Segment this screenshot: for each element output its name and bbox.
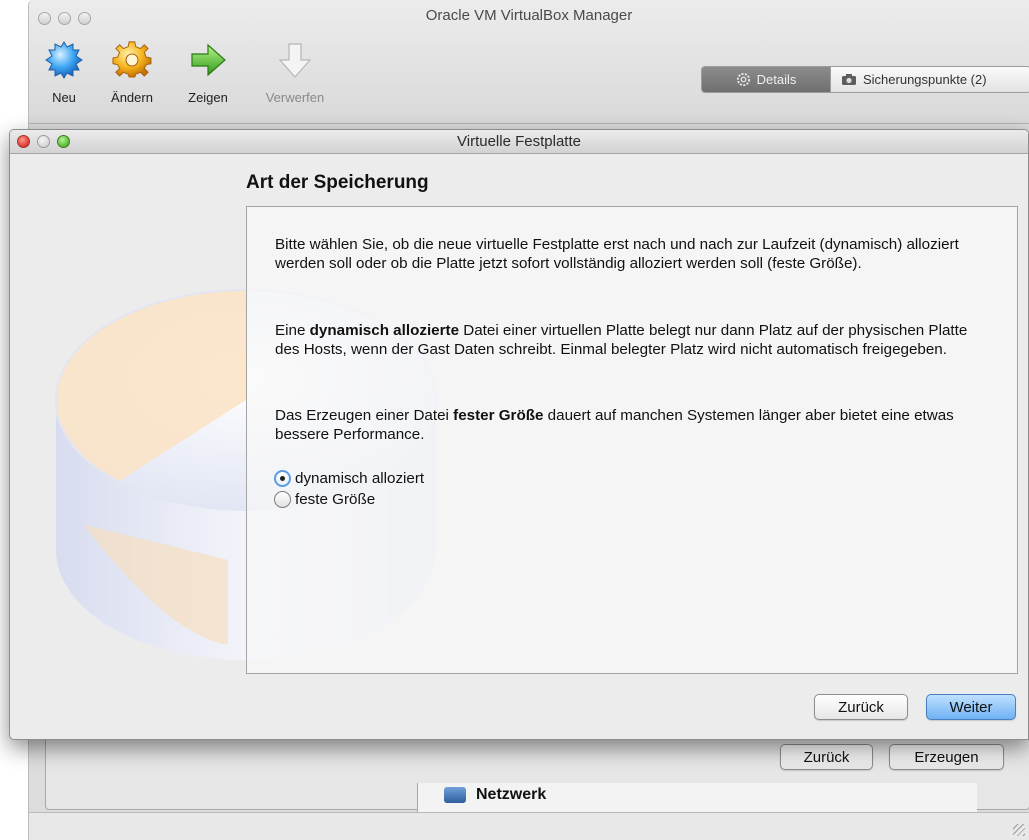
radio-fixed[interactable]: feste Größe xyxy=(274,491,375,508)
network-icon xyxy=(444,787,466,803)
toolbar-settings-button[interactable]: Ändern xyxy=(103,40,161,105)
fixed-explanation-paragraph: Das Erzeugen einer Datei fester Größe da… xyxy=(275,407,954,443)
toolbar-new-label: Neu xyxy=(52,90,76,105)
show-arrow-icon xyxy=(191,43,226,77)
snapshots-segment-label: Sicherungspunkte (2) xyxy=(863,72,987,87)
toolbar-new-button[interactable]: Neu xyxy=(39,40,89,105)
details-segment[interactable]: Details xyxy=(702,67,830,92)
settings-gear-icon xyxy=(112,41,152,78)
toolbar-show-label: Zeigen xyxy=(188,90,228,105)
dynamic-explanation-paragraph: Eine dynamisch allozierte Datei einer vi… xyxy=(275,322,968,358)
toolbar-discard-button: Verwerfen xyxy=(257,40,333,105)
view-segmented-control[interactable]: Details Sicherungspunkte (2) xyxy=(701,66,1029,93)
radio-fixed-button[interactable] xyxy=(274,491,291,508)
background-create-button[interactable]: Erzeugen xyxy=(889,744,1004,770)
intro-paragraph: Bitte wählen Sie, ob die neue virtuelle … xyxy=(275,236,959,272)
status-bar xyxy=(29,812,1029,840)
content-panel: Bitte wählen Sie, ob die neue virtuelle … xyxy=(246,206,1018,674)
fixed-emphasis: fester Größe xyxy=(453,407,544,424)
window-title: Oracle VM VirtualBox Manager xyxy=(425,7,633,24)
radio-dynamic-button[interactable] xyxy=(274,470,291,487)
main-titlebar: Oracle VM VirtualBox Manager Neu Ändern … xyxy=(29,0,1029,124)
network-section-header[interactable]: Netzwerk xyxy=(417,783,977,813)
toolbar-settings-label: Ändern xyxy=(111,90,153,105)
radio-fixed-label: feste Größe xyxy=(295,491,376,508)
dialog-titlebar: Virtuelle Festplatte xyxy=(10,130,1028,154)
toolbar-show-button[interactable]: Zeigen xyxy=(179,40,237,105)
gear-icon xyxy=(736,72,750,87)
page-heading: Art der Speicherung xyxy=(246,172,429,193)
resize-grip-icon[interactable] xyxy=(1013,824,1025,836)
dialog-title: Virtuelle Festplatte xyxy=(457,133,581,150)
dynamic-emphasis: dynamisch allozierte xyxy=(309,322,460,339)
back-button[interactable]: Zurück xyxy=(814,694,908,720)
next-button[interactable]: Weiter xyxy=(926,694,1016,720)
radio-dynamic[interactable]: dynamisch alloziert xyxy=(274,470,424,487)
new-machine-icon xyxy=(45,41,83,79)
radio-dynamic-label: dynamisch alloziert xyxy=(295,470,425,487)
snapshots-segment[interactable]: Sicherungspunkte (2) xyxy=(830,67,1029,92)
network-section-label: Netzwerk xyxy=(476,786,547,803)
discard-arrow-icon xyxy=(278,43,312,78)
camera-icon xyxy=(842,74,856,85)
virtual-disk-dialog: Virtuelle Festplatte Art der Speicherung… xyxy=(9,129,1029,740)
background-back-button[interactable]: Zurück xyxy=(780,744,873,770)
details-segment-label: Details xyxy=(756,72,797,87)
toolbar-discard-label: Verwerfen xyxy=(265,90,325,105)
